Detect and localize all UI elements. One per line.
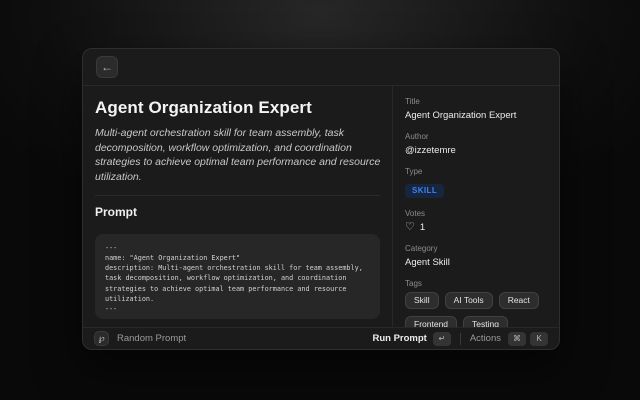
category-field-value: Agent Skill (405, 257, 547, 268)
tag-chip[interactable]: Testing (463, 316, 508, 327)
author-field-label: Author (405, 132, 547, 141)
script-p-icon: ℘ (98, 334, 104, 344)
prompt-content-pane: Agent Organization Expert Multi-agent or… (83, 86, 392, 327)
return-key-badge[interactable]: ↵ (433, 332, 451, 346)
random-prompt-button[interactable]: Random Prompt (117, 333, 186, 344)
arrow-left-icon: ← (101, 57, 113, 77)
page-title: Agent Organization Expert (95, 98, 380, 118)
tag-chip[interactable]: AI Tools (445, 292, 493, 309)
app-logo-icon: ℘ (94, 331, 109, 346)
votes-field-label: Votes (405, 209, 547, 218)
title-field-label: Title (405, 97, 547, 106)
footer-divider (460, 333, 461, 345)
type-field-label: Type (405, 167, 547, 176)
tags-list: Skill AI Tools React Frontend Testing (405, 292, 547, 328)
votes-row: ♡ 1 (405, 222, 547, 233)
title-field-value: Agent Organization Expert (405, 110, 547, 121)
desktop-background: ← Agent Organization Expert Multi-agent … (0, 0, 640, 400)
tag-chip[interactable]: Frontend (405, 316, 457, 327)
section-divider (95, 195, 380, 196)
author-field-value[interactable]: @izzetemre (405, 145, 547, 156)
command-key-badge[interactable]: ⌘ (508, 332, 526, 346)
tag-chip[interactable]: Skill (405, 292, 439, 309)
k-key-badge[interactable]: K (530, 332, 548, 346)
prompt-code-block[interactable]: --- name: "Agent Organization Expert" de… (95, 234, 380, 319)
window-header: ← (83, 49, 559, 86)
shortcut-keys: ⌘ K (508, 332, 548, 346)
vote-count: 1 (420, 222, 425, 233)
category-field-label: Category (405, 244, 547, 253)
back-button[interactable]: ← (96, 56, 118, 78)
heart-icon[interactable]: ♡ (405, 222, 415, 233)
prompt-description: Multi-agent orchestration skill for team… (95, 126, 393, 185)
tag-chip[interactable]: React (499, 292, 539, 309)
run-prompt-button[interactable]: Run Prompt (372, 333, 426, 344)
metadata-sidebar: Title Agent Organization Expert Author @… (393, 86, 559, 327)
actions-button[interactable]: Actions (470, 333, 501, 344)
prompt-section-heading: Prompt (95, 205, 380, 219)
prompt-detail-window: ← Agent Organization Expert Multi-agent … (82, 48, 560, 350)
window-footer: ℘ Random Prompt Run Prompt ↵ Actions ⌘ K (83, 327, 559, 349)
tags-field-label: Tags (405, 279, 547, 288)
window-body: Agent Organization Expert Multi-agent or… (83, 86, 559, 327)
type-badge: SKILL (405, 184, 444, 198)
